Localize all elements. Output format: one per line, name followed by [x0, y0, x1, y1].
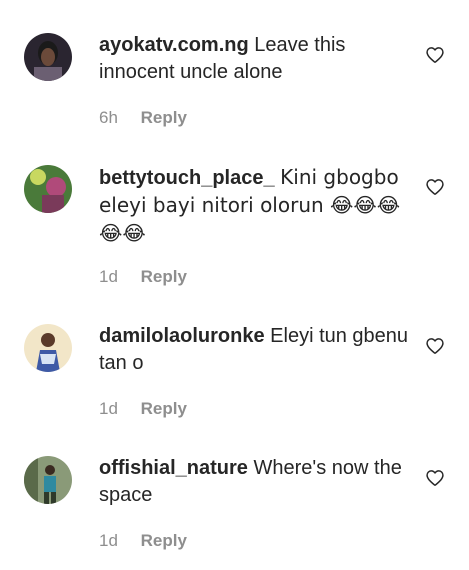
comment-meta: 6h Reply — [99, 108, 187, 128]
comment-item: offishial_nature Where's now the space 1… — [0, 442, 469, 570]
comment-timestamp: 1d — [99, 399, 118, 418]
comment-username[interactable]: bettytouch_place_ — [99, 167, 275, 189]
comment-item: bettytouch_place_ Kini gbogbo eleyi bayi… — [0, 150, 469, 310]
avatar-image — [24, 456, 72, 504]
avatar[interactable] — [24, 456, 72, 504]
heart-outline-icon[interactable] — [425, 336, 445, 356]
comment-item: damilolaoluronke Eleyi tun gbenu tan o 1… — [0, 310, 469, 442]
comment-body: bettytouch_place_ Kini gbogbo eleyi bayi… — [99, 164, 409, 248]
avatar[interactable] — [24, 165, 72, 213]
comment-timestamp: 1d — [99, 267, 118, 286]
comment-username[interactable]: ayokatv.com.ng — [99, 34, 249, 56]
comment-body: damilolaoluronke Eleyi tun gbenu tan o — [99, 323, 409, 377]
heart-outline-icon[interactable] — [425, 468, 445, 488]
comment-body: offishial_nature Where's now the space — [99, 455, 409, 509]
comment-timestamp: 6h — [99, 108, 118, 127]
reply-button[interactable]: Reply — [141, 108, 187, 127]
reply-button[interactable]: Reply — [141, 531, 187, 550]
comment-body: ayokatv.com.ng Leave this innocent uncle… — [99, 32, 409, 86]
heart-outline-icon[interactable] — [425, 177, 445, 197]
avatar-image — [24, 165, 72, 213]
reply-button[interactable]: Reply — [141, 267, 187, 286]
comment-username[interactable]: offishial_nature — [99, 457, 248, 479]
comment-meta: 1d Reply — [99, 531, 187, 551]
avatar-image — [24, 33, 72, 81]
comment-username[interactable]: damilolaoluronke — [99, 325, 265, 347]
comment-timestamp: 1d — [99, 531, 118, 550]
avatar-image — [24, 324, 72, 372]
reply-button[interactable]: Reply — [141, 399, 187, 418]
comment-meta: 1d Reply — [99, 399, 187, 419]
avatar[interactable] — [24, 33, 72, 81]
heart-outline-icon[interactable] — [425, 45, 445, 65]
avatar[interactable] — [24, 324, 72, 372]
comment-meta: 1d Reply — [99, 267, 187, 287]
comment-item: ayokatv.com.ng Leave this innocent uncle… — [0, 0, 469, 150]
